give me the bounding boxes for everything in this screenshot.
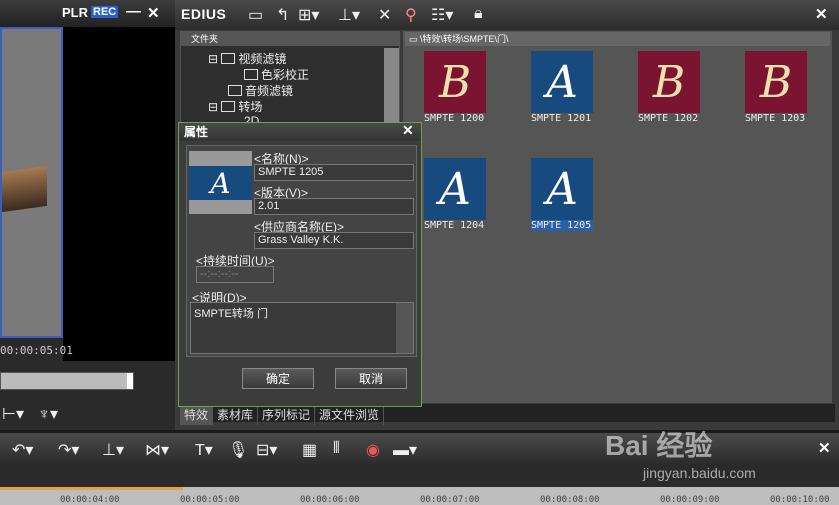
- timecode-display: 00:00:05:01: [0, 344, 73, 357]
- tree-item-color-correction[interactable]: 色彩校正: [244, 66, 309, 83]
- thumb-image: B: [745, 51, 807, 113]
- ruler-tick: 00:00:05:00: [180, 495, 240, 505]
- folder-icon: [221, 101, 236, 112]
- view-icon[interactable]: ☷▾: [431, 5, 453, 25]
- redo-icon[interactable]: ↷▾: [58, 440, 79, 460]
- tab-effects[interactable]: 特效: [180, 404, 214, 425]
- duration-field[interactable]: --:--:--:--: [196, 266, 274, 283]
- tab-bin[interactable]: 素材库: [213, 404, 259, 425]
- thumb-label: SMPTE 1204: [424, 220, 485, 231]
- dialog-title: 属性: [179, 123, 421, 141]
- render-icon[interactable]: ⊟▾: [256, 440, 277, 460]
- tree-item-transitions[interactable]: ⊟ 转场: [208, 98, 262, 115]
- split-icon[interactable]: ♆▾: [38, 404, 58, 424]
- rec-label[interactable]: REC: [91, 6, 119, 18]
- mixer-icon[interactable]: ⫴: [333, 440, 340, 458]
- description-scrollbar[interactable]: [396, 303, 413, 353]
- title-icon[interactable]: T▾: [195, 440, 213, 460]
- delete-icon[interactable]: ✕: [378, 5, 391, 25]
- thumb-image: A: [424, 158, 486, 220]
- preview-frame: [0, 27, 63, 338]
- close-bin-button[interactable]: ✕: [815, 5, 828, 23]
- thumb-label: SMPTE 1201: [531, 113, 592, 124]
- trim-icon[interactable]: ⊢▾: [2, 404, 24, 424]
- ruler-tick: 00:00:07:00: [420, 495, 480, 505]
- undo-icon[interactable]: ↶▾: [12, 440, 33, 460]
- vendor-field[interactable]: Grass Valley K.K.: [254, 232, 414, 249]
- version-field[interactable]: 2.01: [254, 198, 414, 215]
- monitor-icon[interactable]: ▬▾: [393, 440, 417, 460]
- tree-item-video-filters[interactable]: ⊟ 视频滤镜: [208, 50, 286, 67]
- tree-item-audio-filters[interactable]: 音频滤镜: [228, 82, 293, 99]
- thumb-label: SMPTE 1205: [531, 220, 593, 231]
- folder-icon: [221, 53, 236, 64]
- grid-icon[interactable]: ▦: [302, 440, 317, 460]
- thumb-image: B: [424, 51, 486, 113]
- thumb-label: SMPTE 1202: [638, 113, 699, 124]
- close-timeline-button[interactable]: ✕: [818, 439, 831, 457]
- import-icon[interactable]: ⊥▾: [338, 5, 360, 25]
- ruler-tick: 00:00:09:00: [660, 495, 720, 505]
- timeline-toolbar: [0, 433, 839, 465]
- color-icon[interactable]: ◉: [366, 440, 380, 460]
- folder-header: 文件夹: [181, 32, 399, 46]
- slider-knob[interactable]: [127, 373, 133, 389]
- folder-icon[interactable]: ▭: [248, 5, 263, 25]
- thumb-image: A: [531, 158, 593, 220]
- position-slider[interactable]: [0, 372, 134, 390]
- ruler-tick: 00:00:04:00: [60, 495, 120, 505]
- mic-icon[interactable]: 🎙︎: [228, 440, 248, 460]
- name-field[interactable]: SMPTE 1205: [254, 164, 414, 181]
- tree-scrollbar[interactable]: [384, 48, 399, 128]
- app-title: EDIUS: [181, 6, 227, 22]
- thumb-item[interactable]: A SMPTE 1204: [424, 158, 486, 231]
- add-track-icon[interactable]: ⊥▾: [102, 440, 124, 460]
- watermark-url: jingyan.baidu.com: [643, 465, 756, 481]
- preview-image: [2, 165, 47, 213]
- minimize-button[interactable]: —: [126, 3, 141, 20]
- thumb-image: A: [531, 51, 593, 113]
- up-icon[interactable]: ↰: [276, 5, 289, 25]
- dialog-close-button[interactable]: ✕: [402, 122, 414, 139]
- ruler-tick: 00:00:06:00: [300, 495, 360, 505]
- add-clip-icon[interactable]: ⊞▾: [298, 5, 319, 25]
- ripple-icon[interactable]: ⋈▾: [145, 440, 169, 460]
- ok-button[interactable]: 确定: [242, 368, 314, 389]
- thumb-item-selected[interactable]: A SMPTE 1205: [531, 158, 593, 231]
- filter-icon: [244, 69, 258, 80]
- filter-icon: [228, 85, 242, 96]
- thumb-item[interactable]: B SMPTE 1202: [638, 51, 700, 124]
- thumb-label: SMPTE 1200: [424, 113, 485, 124]
- tab-sequence-markers[interactable]: 序列标记: [258, 404, 316, 425]
- path-bar: ▭ \特效\转场\SMPTE\门\: [405, 32, 830, 46]
- close-preview-button[interactable]: ✕: [147, 4, 160, 22]
- cancel-button[interactable]: 取消: [335, 368, 407, 389]
- thumb-label: SMPTE 1203: [745, 113, 806, 124]
- dialog-thumb-image: A: [189, 166, 252, 200]
- in-out-marker: [0, 487, 183, 490]
- plr-label[interactable]: PLR: [62, 5, 88, 20]
- bin-toolbar: [175, 0, 839, 30]
- thumb-image: B: [638, 51, 700, 113]
- thumb-item[interactable]: A SMPTE 1201: [531, 51, 593, 124]
- description-field[interactable]: SMPTE转场 门: [190, 302, 414, 354]
- ruler-tick: 00:00:08:00: [540, 495, 600, 505]
- watermark-logo: Bai 经验: [605, 430, 713, 461]
- ruler-tick: 00:00:10:00: [770, 495, 830, 505]
- thumb-item[interactable]: B SMPTE 1200: [424, 51, 486, 124]
- preview-black-area: [63, 27, 175, 361]
- tab-source-browser[interactable]: 源文件浏览: [315, 404, 385, 425]
- lock-icon[interactable]: 🔒︎: [474, 5, 483, 23]
- thumb-item[interactable]: B SMPTE 1203: [745, 51, 807, 124]
- path-text: \特效\转场\SMPTE\门\: [420, 34, 509, 44]
- properties-icon[interactable]: ⚲: [405, 5, 417, 25]
